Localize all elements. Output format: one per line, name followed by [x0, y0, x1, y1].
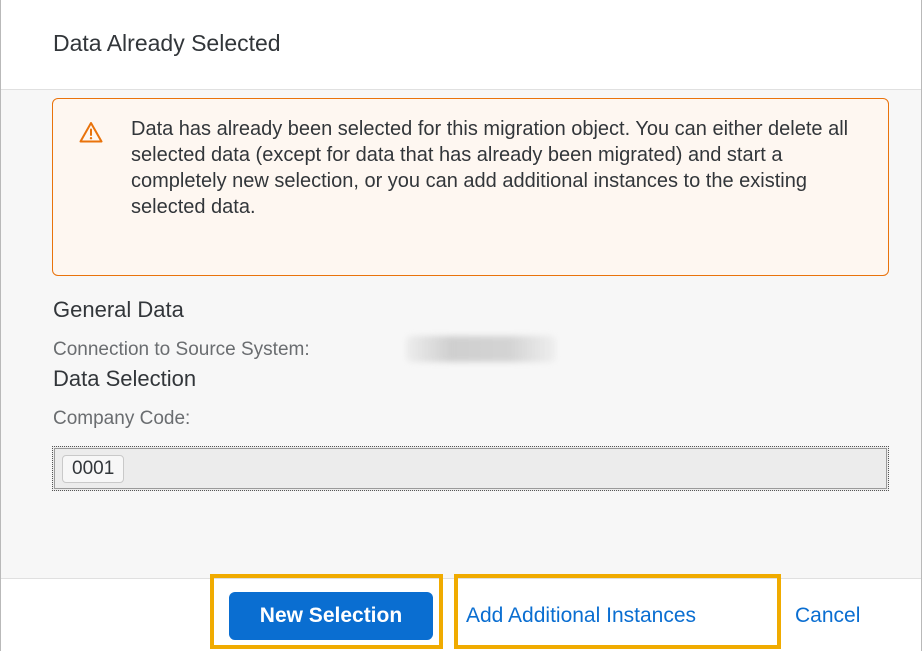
new-selection-button[interactable]: New Selection [229, 592, 433, 640]
warning-message-strip: Data has already been selected for this … [52, 98, 889, 276]
general-data-title: General Data [53, 297, 184, 322]
dialog: Data Already Selected Data has already b… [0, 0, 922, 651]
dialog-header: Data Already Selected [1, 0, 921, 90]
company-code-token[interactable]: 0001 [62, 455, 125, 483]
redacted-source-system-value [406, 336, 556, 362]
data-selection-title: Data Selection [53, 366, 197, 391]
add-additional-instances-button[interactable]: Add Additional Instances [466, 592, 756, 640]
company-code-label: Company Code: [53, 408, 191, 429]
cancel-button[interactable]: Cancel [795, 592, 885, 640]
warning-message-text: Data has already been selected for this … [131, 118, 849, 218]
company-code-multi-input[interactable]: 0001 [52, 446, 889, 491]
connection-source-system-label: Connection to Source System: [53, 339, 310, 360]
warning-triangle-icon [79, 122, 103, 143]
dialog-title: Data Already Selected [53, 30, 281, 56]
